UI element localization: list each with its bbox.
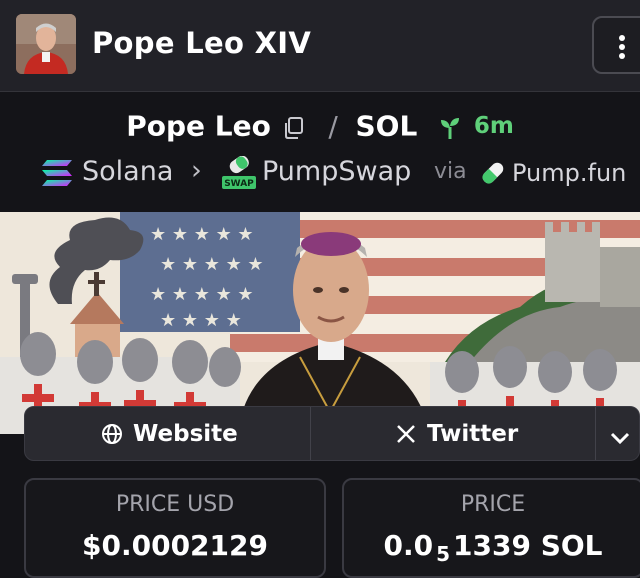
copy-icon[interactable]: [283, 110, 305, 143]
pair-quote-symbol: SOL: [355, 109, 418, 143]
twitter-label: Twitter: [427, 421, 519, 447]
top-bar: Pope Leo XIV: [0, 0, 640, 92]
pair-age: 6m: [473, 113, 514, 139]
token-avatar: [16, 14, 76, 74]
chain-link-solana[interactable]: Solana: [82, 156, 173, 187]
chevron-right-icon: ›: [191, 155, 202, 186]
dex-link-pumpswap[interactable]: PumpSwap: [262, 156, 411, 187]
price-native-zero-count: 5: [436, 542, 451, 566]
price-native-prefix: 0.0: [383, 529, 434, 562]
kebab-dot: [619, 35, 625, 41]
pumpswap-icon: SWAP: [222, 155, 256, 197]
kebab-dot: [619, 44, 625, 50]
svg-text:★ ★ ★ ★ ★: ★ ★ ★ ★ ★: [160, 254, 264, 275]
price-usd-card: PRICE USD $0.0002129: [24, 478, 326, 578]
via-label: via: [434, 159, 467, 184]
svg-text:★ ★ ★ ★ ★: ★ ★ ★ ★ ★: [150, 284, 254, 305]
price-native-value: 0.0 5 1339 SOL: [344, 529, 640, 566]
x-logo-icon: [395, 423, 417, 451]
token-title: Pope Leo XIV: [92, 26, 312, 60]
pill-icon: [481, 160, 505, 193]
website-button[interactable]: Website: [25, 407, 310, 460]
launchpad-link-pumpfun[interactable]: Pump.fun: [512, 159, 626, 187]
pair-separator: /: [328, 109, 338, 143]
price-native-unit: SOL: [540, 529, 603, 562]
social-links-bar: Website Twitter: [24, 406, 640, 461]
price-native-card: PRICE 0.0 5 1339 SOL: [342, 478, 640, 578]
chain-breadcrumb: Solana › SWAP PumpSwap via Pump.fun: [0, 154, 640, 194]
swap-badge-text: SWAP: [224, 179, 254, 189]
kebab-dot: [619, 53, 625, 59]
twitter-button[interactable]: Twitter: [311, 407, 595, 460]
more-menu-button[interactable]: [592, 16, 640, 74]
banner-image: ★ ★ ★ ★ ★ ★ ★ ★ ★ ★ ★ ★ ★ ★ ★ ★ ★ ★ ★: [0, 212, 640, 434]
token-banner: ★ ★ ★ ★ ★ ★ ★ ★ ★ ★ ★ ★ ★ ★ ★ ★ ★ ★ ★: [0, 212, 640, 434]
svg-text:★ ★ ★ ★ ★: ★ ★ ★ ★ ★: [150, 224, 254, 245]
chevron-down-icon: [609, 426, 631, 452]
price-usd-label: PRICE USD: [115, 492, 235, 517]
pope-portrait-icon: [16, 14, 76, 74]
price-native-digits: 1339: [453, 529, 531, 562]
website-label: Website: [133, 421, 238, 447]
pair-base-symbol: Pope Leo: [126, 109, 271, 143]
more-links-button[interactable]: [596, 407, 639, 460]
svg-text:★ ★ ★ ★: ★ ★ ★ ★: [160, 310, 242, 331]
pair-title: Pope Leo / SOL 6m: [0, 108, 640, 148]
sprout-icon: [439, 110, 461, 143]
solana-icon: [40, 158, 74, 195]
price-native-label: PRICE: [460, 492, 526, 517]
globe-icon: [101, 423, 123, 451]
price-usd-value: $0.0002129: [82, 529, 268, 562]
